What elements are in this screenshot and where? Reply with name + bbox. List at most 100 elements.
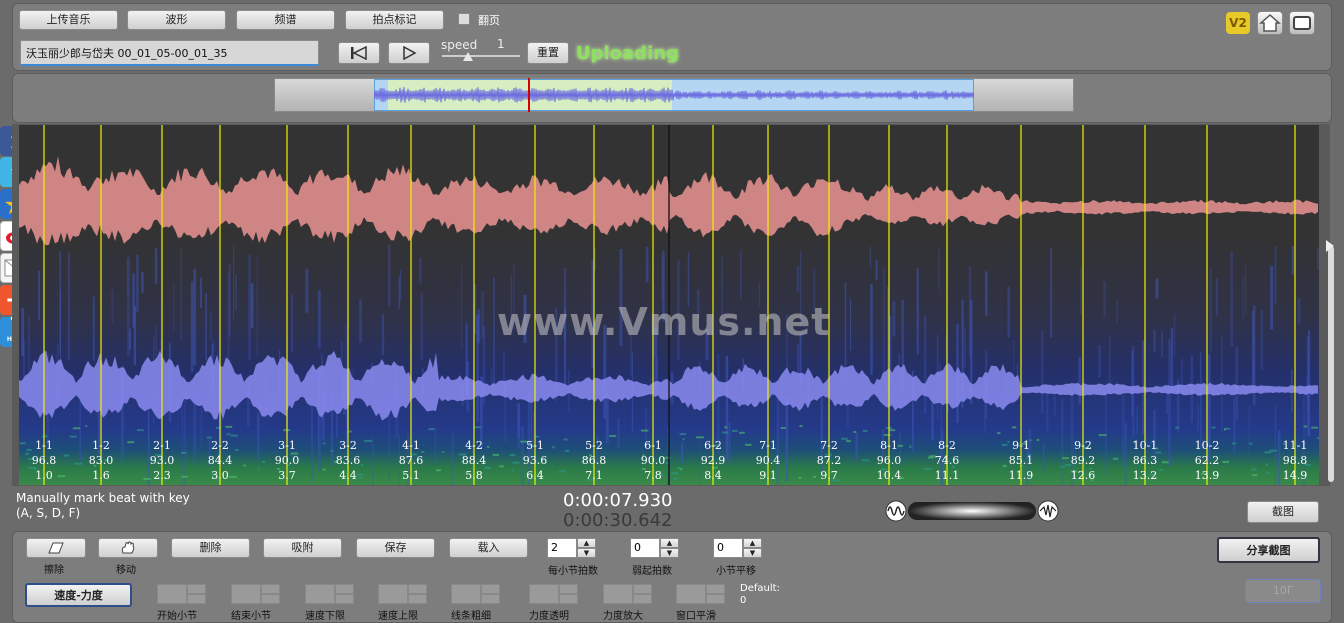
stepper-value[interactable] [378, 584, 408, 604]
beat-bpm: 90.0 [274, 454, 300, 467]
decrement-arrow-icon[interactable]: ▼ [481, 594, 500, 604]
flip-page-label: 翻页 [478, 14, 500, 27]
disabled-action-button[interactable]: 10Γ [1245, 579, 1321, 603]
increment-arrow-icon[interactable]: ▲ [633, 584, 652, 594]
beat-time: 7.1 [585, 469, 603, 482]
bar-shift-stepper[interactable]: 0 ▲ ▼ [713, 538, 763, 558]
pickup-beats-label: 弱起拍数 [632, 566, 672, 577]
vertical-scrollbar[interactable] [1328, 246, 1334, 482]
screenshot-button[interactable]: 截图 [1247, 501, 1319, 523]
stepper-value[interactable] [231, 584, 261, 604]
disabled-stepper[interactable]: ▲ ▼ [305, 584, 355, 604]
save-button[interactable]: 保存 [356, 538, 435, 558]
upload-music-button[interactable]: 上传音乐 [19, 10, 118, 30]
reset-button[interactable]: 重置 [527, 42, 569, 64]
beat-bpm: 83.6 [335, 454, 361, 467]
play-button[interactable] [388, 42, 430, 64]
beat-bpm: 86.3 [1132, 454, 1158, 467]
beat-bpm: 98.8 [1282, 454, 1308, 467]
spectrum-button[interactable]: 频谱 [236, 10, 335, 30]
decrement-arrow-icon[interactable]: ▼ [660, 548, 679, 558]
increment-arrow-icon[interactable]: ▲ [187, 584, 206, 594]
pickup-beats-value[interactable]: 0 [630, 538, 660, 558]
volume-control[interactable] [884, 499, 1060, 523]
mode-tempo-dynamics-button[interactable]: 速度-力度 [25, 583, 132, 607]
pickup-beats-stepper[interactable]: 0 ▲ ▼ [630, 538, 680, 558]
filename-text: 沃玉丽少郎与岱夫 00_01_05-00_01_35 [26, 47, 228, 60]
beat-label: 7-2 [820, 439, 838, 452]
tap-mark-button[interactable]: 拍点标记 [345, 10, 444, 30]
skip-back-icon [351, 45, 367, 61]
decrement-arrow-icon[interactable]: ▼ [633, 594, 652, 604]
beat-bpm: 87.6 [398, 454, 424, 467]
disabled-stepper[interactable]: ▲ ▼ [378, 584, 428, 604]
increment-arrow-icon[interactable]: ▲ [481, 584, 500, 594]
current-time: 0:00:07.930 [563, 490, 673, 511]
beat-label: 2-2 [211, 439, 229, 452]
beat-time: 13.9 [1194, 469, 1220, 482]
load-button[interactable]: 载入 [449, 538, 528, 558]
hint-line2: (A, S, D, F) [16, 506, 81, 520]
disabled-stepper[interactable]: ▲ ▼ [529, 584, 579, 604]
decrement-arrow-icon[interactable]: ▼ [261, 594, 280, 604]
stepper-value[interactable] [157, 584, 187, 604]
beat-label: 6-2 [704, 439, 722, 452]
disabled-stepper[interactable]: ▲ ▼ [157, 584, 207, 604]
beat-bpm: 62.2 [1194, 454, 1220, 467]
beat-label: 8-2 [938, 439, 956, 452]
decrement-arrow-icon[interactable]: ▼ [577, 548, 596, 558]
eraser-icon [48, 542, 64, 554]
decrement-arrow-icon[interactable]: ▼ [335, 594, 354, 604]
v2-badge[interactable]: V2 [1226, 12, 1250, 34]
stepper-value[interactable] [676, 584, 706, 604]
stepper-value[interactable] [603, 584, 633, 604]
increment-arrow-icon[interactable]: ▲ [743, 538, 762, 548]
home-button[interactable] [1257, 11, 1283, 35]
rewind-button[interactable] [338, 42, 380, 64]
erase-button[interactable] [26, 538, 86, 558]
disabled-stepper[interactable]: ▲ ▼ [451, 584, 501, 604]
beat-label: 3-2 [339, 439, 357, 452]
increment-arrow-icon[interactable]: ▲ [408, 584, 427, 594]
disabled-stepper[interactable]: ▲ ▼ [676, 584, 726, 604]
stepper-value[interactable] [305, 584, 335, 604]
beat-label: 4-1 [402, 439, 420, 452]
stepper-value[interactable] [451, 584, 481, 604]
beats-per-bar-stepper[interactable]: 2 ▲ ▼ [547, 538, 597, 558]
move-button[interactable] [98, 538, 158, 558]
increment-arrow-icon[interactable]: ▲ [577, 538, 596, 548]
increment-arrow-icon[interactable]: ▲ [261, 584, 280, 594]
speed-slider-track[interactable] [442, 55, 520, 57]
decrement-arrow-icon[interactable]: ▼ [743, 548, 762, 558]
speed-slider-thumb[interactable] [463, 52, 473, 61]
bar-shift-value[interactable]: 0 [713, 538, 743, 558]
beat-bpm: 92.9 [700, 454, 726, 467]
decrement-arrow-icon[interactable]: ▼ [706, 594, 725, 604]
disabled-stepper[interactable]: ▲ ▼ [231, 584, 281, 604]
scrollbar-arrow-icon[interactable] [1326, 240, 1334, 252]
share-screenshot-button[interactable]: 分享截图 [1217, 537, 1320, 563]
decrement-arrow-icon[interactable]: ▼ [559, 594, 578, 604]
disabled-stepper[interactable]: ▲ ▼ [603, 584, 653, 604]
delete-button[interactable]: 删除 [171, 538, 250, 558]
beats-per-bar-value[interactable]: 2 [547, 538, 577, 558]
stepper-value[interactable] [529, 584, 559, 604]
beat-bpm: 93.0 [149, 454, 175, 467]
filename-field[interactable]: 沃玉丽少郎与岱夫 00_01_05-00_01_35 [20, 40, 319, 66]
increment-arrow-icon[interactable]: ▲ [660, 538, 679, 548]
waveform-button[interactable]: 波形 [127, 10, 226, 30]
flip-page-checkbox[interactable] [458, 13, 470, 25]
increment-arrow-icon[interactable]: ▲ [335, 584, 354, 594]
increment-arrow-icon[interactable]: ▲ [706, 584, 725, 594]
fullscreen-button[interactable] [1289, 11, 1315, 35]
increment-arrow-icon[interactable]: ▲ [559, 584, 578, 594]
overview-playhead[interactable] [528, 78, 530, 112]
decrement-arrow-icon[interactable]: ▼ [408, 594, 427, 604]
beat-label: 6-1 [644, 439, 662, 452]
beat-time: 12.6 [1070, 469, 1096, 482]
stepper-label: 速度下限 [305, 611, 345, 622]
beat-bpm: 74.6 [934, 454, 960, 467]
decrement-arrow-icon[interactable]: ▼ [187, 594, 206, 604]
snap-button[interactable]: 吸附 [263, 538, 342, 558]
fullscreen-icon [1293, 16, 1311, 30]
